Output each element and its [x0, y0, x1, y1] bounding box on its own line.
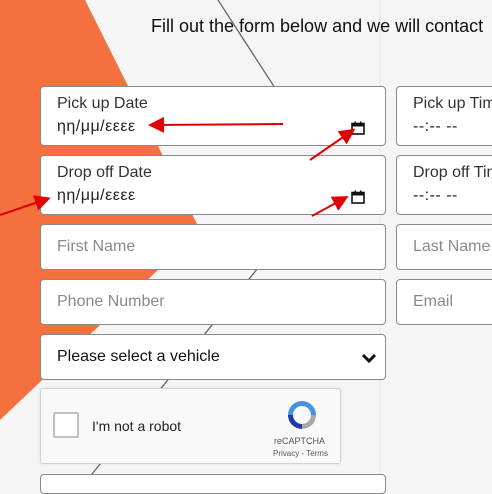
- pickup-date-label: Pick up Date: [57, 95, 148, 112]
- first-name-input[interactable]: First Name: [40, 224, 386, 270]
- not-robot-checkbox[interactable]: [53, 412, 79, 438]
- last-name-placeholder: Last Name: [413, 238, 491, 255]
- form-heading: Fill out the form below and we will cont…: [151, 16, 484, 36]
- recaptcha-privacy-terms[interactable]: Privacy - Terms: [273, 449, 328, 458]
- email-input[interactable]: Email: [396, 279, 492, 325]
- phone-number-input[interactable]: Phone Number: [40, 279, 386, 325]
- dropoff-time-field[interactable]: Drop off Tim --:-- --: [396, 155, 492, 215]
- dropoff-time-label: Drop off Tim: [413, 164, 492, 181]
- recaptcha-brand: reCAPTCHA: [274, 436, 326, 446]
- phone-number-placeholder: Phone Number: [57, 293, 165, 310]
- pickup-date-field[interactable]: Pick up Date ηη/μμ/εεεε: [40, 86, 386, 146]
- recaptcha-logo-icon: [288, 401, 316, 429]
- last-name-input[interactable]: Last Name: [396, 224, 492, 270]
- calendar-icon[interactable]: [351, 121, 365, 135]
- calendar-icon[interactable]: [351, 190, 365, 204]
- dropoff-date-label: Drop off Date: [57, 164, 152, 181]
- pickup-time-value: --:-- --: [413, 118, 458, 135]
- pickup-time-label: Pick up Tim: [413, 95, 492, 112]
- vehicle-select[interactable]: Please select a vehicle: [40, 334, 386, 380]
- pickup-date-value: ηη/μμ/εεεε: [57, 118, 136, 135]
- dropoff-date-value: ηη/μμ/εεεε: [57, 187, 136, 204]
- first-name-placeholder: First Name: [57, 238, 136, 255]
- diagonal-line-upper: [217, 0, 276, 89]
- email-placeholder: Email: [413, 293, 454, 310]
- submit-area-partial[interactable]: [40, 474, 386, 494]
- vehicle-select-value: Please select a vehicle: [57, 348, 220, 365]
- not-robot-label: I'm not a robot: [92, 418, 182, 434]
- dropoff-time-value: --:-- --: [413, 187, 458, 204]
- recaptcha-widget: I'm not a robot reCAPTCHA Privacy - Term…: [40, 388, 341, 464]
- dropoff-date-field[interactable]: Drop off Date ηη/μμ/εεεε: [40, 155, 386, 215]
- pickup-time-field[interactable]: Pick up Tim --:-- --: [396, 86, 492, 146]
- chevron-down-icon: [361, 353, 377, 364]
